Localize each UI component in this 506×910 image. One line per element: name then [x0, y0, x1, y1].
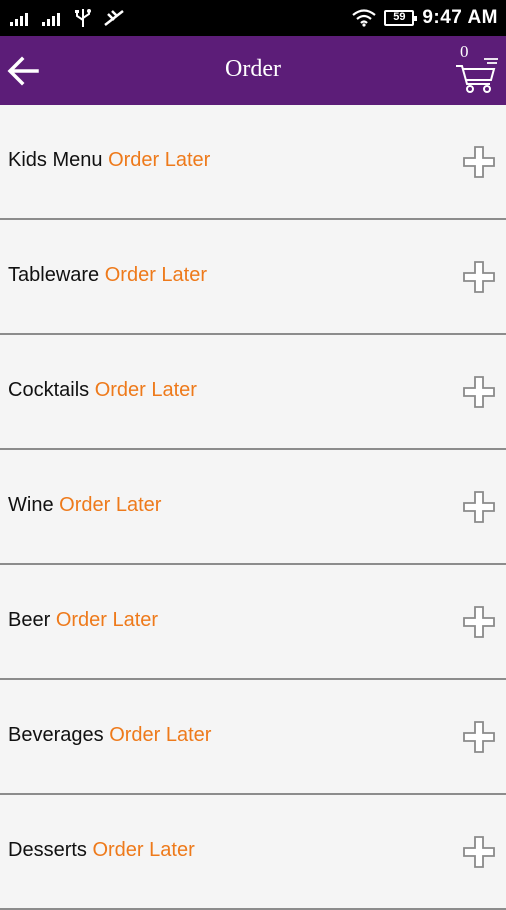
plus-icon[interactable] — [463, 606, 495, 638]
item-label: Cocktails Order Later — [8, 379, 197, 402]
no-sync-icon — [104, 10, 124, 26]
menu-category-list: Kids Menu Order Later Tableware Order La… — [0, 105, 506, 910]
item-status: Order Later — [55, 609, 159, 631]
item-name: Tableware — [8, 264, 100, 286]
item-status: Order Later — [94, 379, 197, 401]
item-name: Kids Menu — [8, 149, 103, 171]
list-item[interactable]: Desserts Order Later — [0, 795, 506, 910]
list-item[interactable]: Wine Order Later — [0, 450, 506, 565]
list-item[interactable]: Beer Order Later — [0, 565, 506, 680]
status-left-icons — [10, 6, 126, 30]
item-status: Order Later — [104, 264, 207, 286]
wifi-icon — [352, 9, 377, 27]
item-name: Beer — [8, 609, 51, 631]
item-name: Beverages — [8, 724, 104, 746]
plus-icon[interactable] — [463, 721, 495, 753]
plus-icon[interactable] — [463, 146, 495, 178]
item-label: Beer Order Later — [8, 609, 158, 632]
battery-icon: 59 — [384, 10, 418, 26]
plus-icon[interactable] — [463, 491, 495, 523]
item-status: Order Later — [92, 839, 195, 861]
item-name: Desserts — [8, 839, 87, 861]
item-name: Cocktails — [8, 379, 90, 401]
item-status: Order Later — [109, 724, 212, 746]
list-item[interactable]: Kids Menu Order Later — [0, 105, 506, 220]
list-item[interactable]: Beverages Order Later — [0, 680, 506, 795]
item-label: Desserts Order Later — [8, 839, 195, 862]
list-item[interactable]: Cocktails Order Later — [0, 335, 506, 450]
list-item[interactable]: Tableware Order Later — [0, 220, 506, 335]
item-status: Order Later — [108, 149, 211, 171]
status-bar: 59 9:47 AM — [0, 0, 506, 36]
item-label: Beverages Order Later — [8, 724, 211, 747]
cart-icon — [456, 58, 498, 93]
status-time: 9:47 AM — [422, 7, 498, 28]
item-label: Wine Order Later — [8, 494, 161, 517]
plus-icon[interactable] — [463, 376, 495, 408]
signal-icon — [10, 13, 28, 26]
battery-level: 59 — [393, 11, 406, 23]
plus-icon[interactable] — [463, 836, 495, 868]
signal-icon — [42, 13, 60, 26]
app-bar: Order 0 — [0, 36, 506, 105]
plus-icon[interactable] — [463, 261, 495, 293]
item-label: Tableware Order Later — [8, 264, 207, 287]
status-right-icons: 59 9:47 AM — [352, 5, 498, 31]
item-label: Kids Menu Order Later — [8, 149, 210, 172]
usb-icon — [75, 9, 91, 27]
item-status: Order Later — [59, 494, 162, 516]
page-title: Order — [225, 56, 281, 82]
item-name: Wine — [8, 494, 54, 516]
cart-button[interactable]: 0 — [454, 42, 500, 94]
